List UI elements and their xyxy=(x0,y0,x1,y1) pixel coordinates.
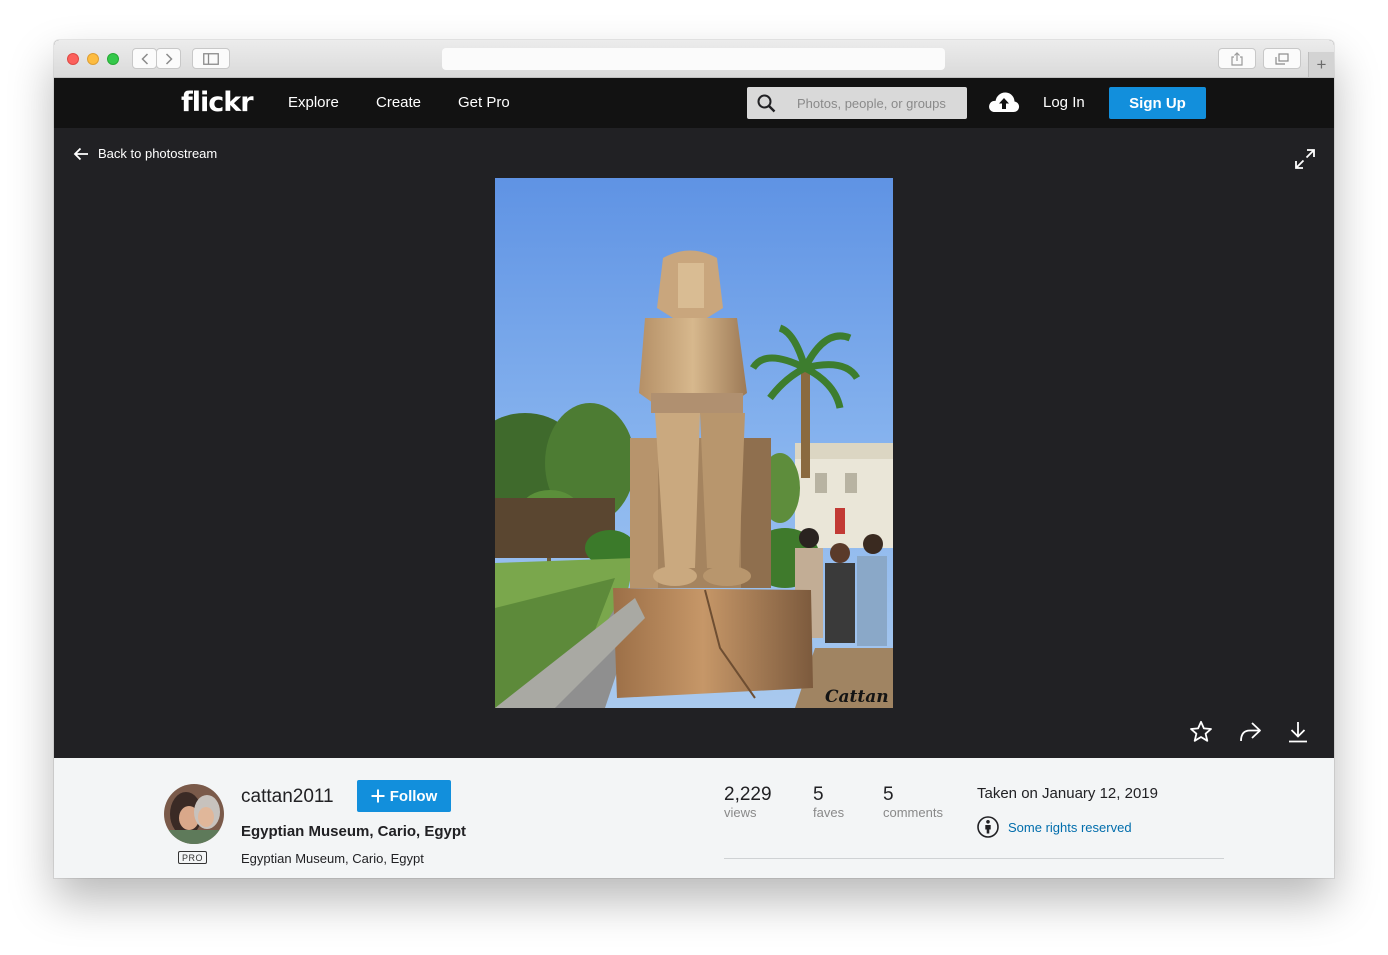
owner-username[interactable]: cattan2011 xyxy=(241,786,334,808)
share-button[interactable] xyxy=(1218,48,1256,69)
main-photo[interactable]: Cattan xyxy=(495,178,893,708)
photo-info-panel: PRO cattan2011 Follow Egyptian Museum, C… xyxy=(54,758,1334,878)
zoom-window-button[interactable] xyxy=(107,53,119,65)
taken-date[interactable]: Taken on January 12, 2019 xyxy=(977,785,1158,802)
search-box xyxy=(747,87,967,119)
chevron-right-icon xyxy=(165,52,173,65)
nav-create[interactable]: Create xyxy=(376,94,421,111)
photo-title: Egyptian Museum, Cario, Egypt xyxy=(241,823,467,840)
faves-label: faves xyxy=(813,805,845,820)
views-label: views xyxy=(724,805,757,820)
statue-photo-image: Cattan xyxy=(495,178,893,708)
info-divider xyxy=(724,858,1224,859)
share-arrow-icon[interactable] xyxy=(1238,720,1262,744)
back-button[interactable] xyxy=(132,48,157,69)
license-link[interactable]: Some rights reserved xyxy=(977,816,1132,838)
download-icon[interactable] xyxy=(1286,720,1310,744)
follow-label: Follow xyxy=(389,787,438,805)
photo-watermark: Cattan xyxy=(825,687,889,707)
comments-label: comments xyxy=(883,805,943,820)
comments-count: 5 xyxy=(883,784,894,805)
flickr-logo[interactable]: flickr xyxy=(181,87,254,118)
nav-get-pro[interactable]: Get Pro xyxy=(458,94,510,111)
faves-count: 5 xyxy=(813,784,824,805)
tabs-icon xyxy=(1275,52,1289,65)
fave-star-icon[interactable] xyxy=(1189,720,1213,744)
minimize-window-button[interactable] xyxy=(87,53,99,65)
pro-badge: PRO xyxy=(178,851,207,864)
fullscreen-icon[interactable] xyxy=(1294,148,1316,170)
flickr-navbar: flickr Explore Create Get Pro Log In Sig… xyxy=(54,78,1334,128)
avatar-image xyxy=(164,784,224,844)
search-input[interactable] xyxy=(787,87,963,119)
views-stat: 2,229 views xyxy=(724,784,772,820)
address-bar[interactable] xyxy=(442,48,945,70)
forward-button[interactable] xyxy=(156,48,181,69)
share-icon xyxy=(1231,51,1243,66)
login-link[interactable]: Log In xyxy=(1043,94,1085,111)
nav-explore[interactable]: Explore xyxy=(288,94,339,111)
browser-window: + flickr Explore Create Get Pro Log In S… xyxy=(54,40,1334,878)
license-label: Some rights reserved xyxy=(1008,819,1132,835)
plus-icon xyxy=(371,789,385,803)
sidebar-icon xyxy=(203,52,219,65)
search-icon[interactable] xyxy=(757,94,776,113)
tab-overview-button[interactable] xyxy=(1263,48,1301,69)
upload-cloud-icon[interactable] xyxy=(988,90,1020,113)
back-to-photostream-link[interactable]: Back to photostream xyxy=(73,146,217,161)
follow-button[interactable]: Follow xyxy=(357,780,451,812)
new-tab-button[interactable]: + xyxy=(1308,52,1334,77)
browser-titlebar: + xyxy=(54,40,1334,78)
chevron-left-icon xyxy=(140,52,148,65)
faves-stat[interactable]: 5 faves xyxy=(813,784,844,820)
comments-stat[interactable]: 5 comments xyxy=(883,784,943,820)
signup-button[interactable]: Sign Up xyxy=(1109,87,1206,119)
photo-stage: Back to photostream Cattan xyxy=(54,128,1334,758)
sidebar-toggle-button[interactable] xyxy=(192,48,230,69)
photo-description: Egyptian Museum, Cario, Egypt xyxy=(241,851,424,866)
attribution-icon xyxy=(977,816,999,838)
views-count: 2,229 xyxy=(724,784,772,805)
arrow-left-icon xyxy=(73,147,88,160)
back-to-photostream-label: Back to photostream xyxy=(98,146,218,161)
owner-avatar[interactable] xyxy=(164,784,224,844)
close-window-button[interactable] xyxy=(67,53,79,65)
